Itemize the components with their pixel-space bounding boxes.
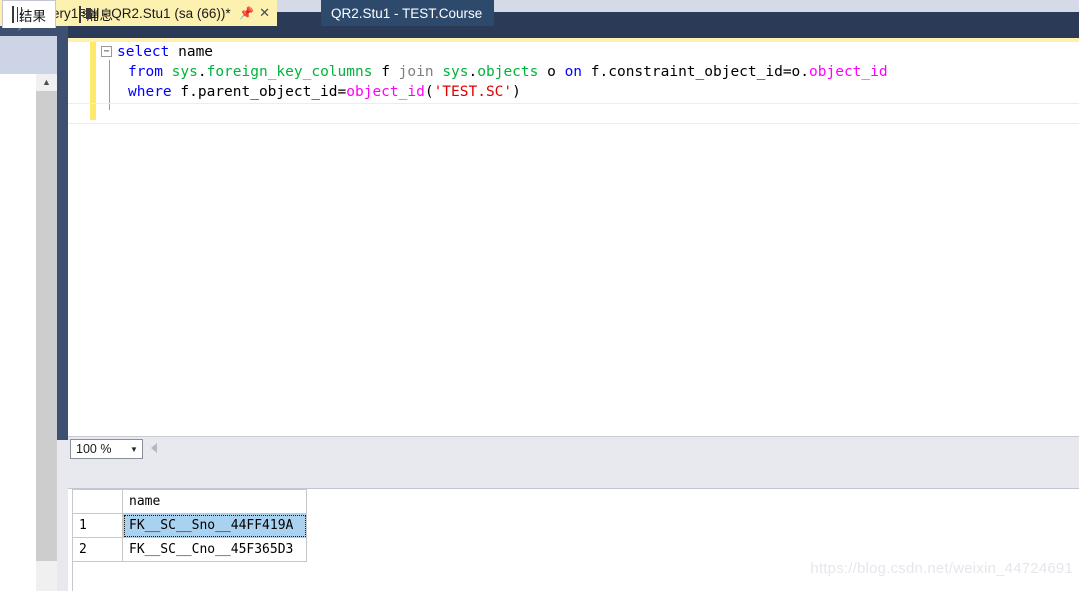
tab-messages[interactable]: 消息 (70, 0, 122, 28)
collapse-region-icon[interactable]: − (101, 46, 112, 57)
code-token-keyword: where (128, 84, 172, 100)
code-token-keyword-gray: join (398, 64, 434, 80)
tab-label: QR2.Stu1 - TEST.Course (331, 5, 483, 21)
editor-line-1: select name (113, 42, 1079, 62)
code-token-function: object_id (346, 84, 425, 100)
code-token-string: 'TEST.SC' (433, 84, 513, 100)
code-token-ident: ) (512, 84, 521, 100)
code-token-schema: sys (171, 64, 198, 80)
code-token-schema: sys (442, 64, 469, 80)
zoom-level-combobox[interactable]: 100 % ▼ (70, 439, 143, 459)
editor-line-2: from sys.foreign_key_columns f join sys.… (113, 62, 1079, 82)
message-icon (79, 5, 81, 23)
scrollbar-thumb[interactable] (36, 91, 57, 561)
code-token-ident: name (169, 44, 214, 60)
row-number-cell[interactable]: 2 (72, 537, 123, 562)
grid-corner-cell[interactable] (72, 489, 123, 514)
code-token-ident: ( (424, 84, 434, 100)
chevron-down-icon[interactable]: ▼ (126, 445, 142, 454)
code-token-schema: objects (477, 64, 539, 80)
code-token-keyword: on (564, 64, 583, 80)
table-row[interactable]: 1 FK__SC__Sno__44FF419A (72, 513, 307, 538)
code-token-ident: . (468, 64, 478, 80)
row-number-cell[interactable]: 1 (72, 513, 123, 538)
tab-qr2-stu1-test-course[interactable]: QR2.Stu1 - TEST.Course (321, 0, 495, 26)
watermark: https://blog.csdn.net/weixin_44724691 (810, 560, 1073, 577)
column-header-name[interactable]: name (122, 489, 307, 514)
editor-rule-2 (68, 123, 1079, 124)
pin-icon[interactable]: 📌 (239, 6, 255, 20)
results-tab-strip (68, 460, 1079, 488)
change-bar (90, 42, 96, 120)
code-token-schema: foreign_key_columns (206, 64, 373, 80)
chevron-up-icon[interactable]: ▲ (36, 74, 57, 91)
editor-status-bar: 100 % ▼ (68, 436, 1079, 460)
code-token-ident: f.parent_object_id= (171, 84, 347, 100)
editor-line-3: where f.parent_object_id=object_id('TEST… (113, 82, 1079, 102)
code-token-function: object_id (809, 64, 888, 80)
grid-left-edge (72, 561, 73, 591)
results-grid[interactable]: name 1 FK__SC__Sno__44FF419A 2 FK__SC__Cno__… (72, 489, 307, 562)
table-row[interactable]: 2 FK__SC__Cno__45F365D3 (72, 537, 307, 562)
left-panel-scrollbar[interactable]: ▲ (36, 74, 57, 591)
code-token-keyword: select (117, 44, 170, 60)
cell-name[interactable]: FK__SC__Sno__44FF419A (122, 513, 307, 538)
close-icon[interactable]: ✕ (257, 5, 273, 21)
cell-name[interactable]: FK__SC__Cno__45F365D3 (122, 537, 307, 562)
grid-icon (12, 6, 14, 23)
triangle-left-icon[interactable] (151, 443, 157, 453)
code-token-ident (163, 64, 172, 80)
code-token-ident: . (197, 64, 207, 80)
sql-editor[interactable]: − select name from sys.foreign_key_column… (68, 42, 1079, 436)
vertical-splitter-lower (57, 440, 68, 591)
editor-code-area[interactable]: select name from sys.foreign_key_columns … (113, 42, 1079, 102)
code-token-ident: f (372, 64, 399, 80)
tab-results[interactable]: 结果 (2, 0, 56, 28)
tab-results-label: 结果 (19, 8, 46, 24)
code-token-ident: o (538, 64, 565, 80)
editor-rule-1 (68, 103, 1079, 104)
ssms-window: ▼ 📌 ✕ ▲ SQLQuery1.sql - QR2.Stu1 (sa (66… (0, 0, 1079, 591)
code-token-ident: f.constraint_object_id=o. (582, 64, 810, 80)
left-panel-subheader (0, 36, 57, 74)
zoom-level-value: 100 % (76, 442, 112, 456)
table-header-row: name (72, 489, 307, 514)
code-token-keyword: from (128, 64, 163, 80)
